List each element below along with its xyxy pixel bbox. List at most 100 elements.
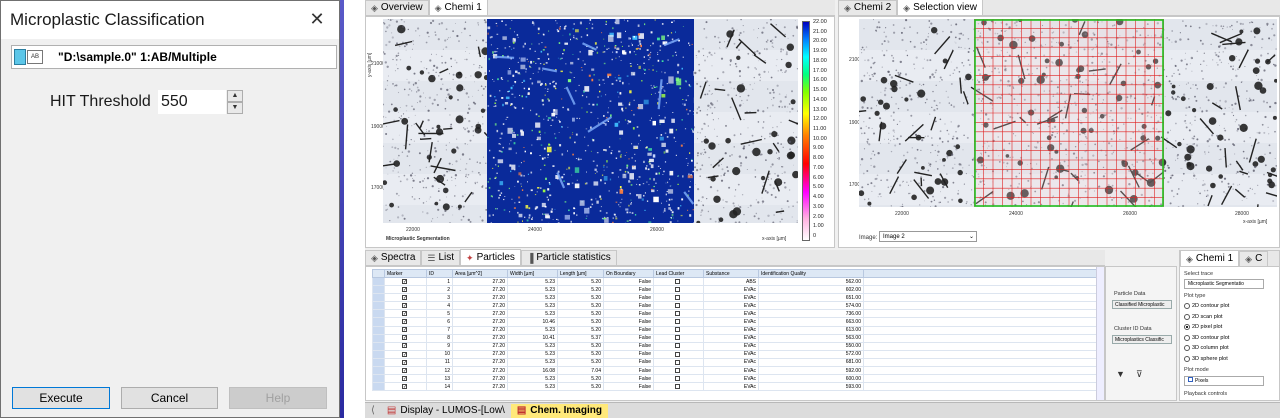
table-row[interactable]: 1427.205.235.20False EVAc593.00 [372,382,1103,392]
table-row[interactable]: 427.205.235.20False EVAc574.00 [372,301,1103,311]
tab-overview[interactable]: ◈ Overview [365,0,429,15]
table-row[interactable]: 927.205.235.20False EVAc550.00 [372,341,1103,351]
tab-chemi-1-props[interactable]: ◈ Chemi 1 [1180,251,1240,266]
lead-cluster-checkbox[interactable] [675,335,680,341]
table-row[interactable]: 327.205.235.20False EVAc651.00 [372,293,1103,303]
lead-cluster-checkbox[interactable] [675,286,680,292]
column-header[interactable]: Marker [384,269,427,278]
table-scrollbar[interactable] [1096,267,1104,400]
status-bar: ⟨ ▤ Display - LUMOS-[Low\ ▤ Chem. Imaging [365,402,1280,418]
lead-cluster-checkbox[interactable] [675,359,680,365]
plot-type-radio[interactable]: 2D pixel plot [1184,324,1222,330]
help-button[interactable]: Help [229,387,327,409]
particle-data-field[interactable]: Classified Microplastic [1112,300,1172,309]
marker-checkbox[interactable] [402,351,407,357]
chemical-map[interactable] [487,19,694,223]
lead-cluster-checkbox[interactable] [675,383,680,389]
lead-cluster-checkbox[interactable] [675,319,680,325]
chemi-properties-panel: ◈ Chemi 1 ◈ C Select trace Microplastic Se… [1179,250,1280,401]
lead-cluster-checkbox[interactable] [675,375,680,381]
lead-cluster-checkbox[interactable] [675,351,680,357]
column-header[interactable]: Width [µm] [507,269,558,278]
spin-up-icon[interactable]: ▲ [227,90,243,102]
lead-cluster-checkbox[interactable] [675,303,680,308]
threshold-spinner[interactable]: ▲ ▼ [227,90,243,114]
close-icon[interactable]: ✕ [307,9,327,29]
table-cell: 5.20 [557,341,604,351]
marker-checkbox[interactable] [402,367,407,373]
image-select[interactable]: Image 2 ⌄ [879,231,977,242]
table-row[interactable]: 1127.205.235.20False EVAc681.00 [372,357,1103,368]
lead-cluster-checkbox[interactable] [675,311,680,317]
table-cell: False [603,309,654,319]
table-row[interactable]: 827.2010.415.37False EVAc563.00 [372,333,1103,343]
status-tab-chem-imaging[interactable]: ▤ Chem. Imaging [510,403,608,418]
table-cell: 5.23 [507,341,558,351]
column-header[interactable]: Lead Cluster [653,269,704,278]
plot-mode-dropdown[interactable]: Pixels [1184,376,1264,386]
column-header[interactable]: Area [µm^2] [452,269,508,278]
marker-checkbox[interactable] [402,278,407,284]
hit-threshold-input[interactable] [158,90,226,114]
table-row[interactable]: 1327.205.235.20False EVAc600.00 [372,374,1103,384]
marker-checkbox[interactable] [402,286,407,292]
spin-down-icon[interactable]: ▼ [227,102,243,114]
tab-chemi-1[interactable]: ◈ Chemi 1 [428,0,488,15]
lead-cluster-checkbox[interactable] [675,327,680,333]
plot-type-radio[interactable]: 2D scan plot [1184,313,1223,320]
lead-cluster-cell [653,317,704,327]
source-file-row[interactable]: AB "D:\sample.0" 1:AB/Multiple [11,45,337,69]
plot-type-radio[interactable]: 3D sphere plot [1184,355,1228,362]
plot-type-radio[interactable]: 3D column plot [1184,345,1229,351]
marker-checkbox[interactable] [402,294,407,300]
tab-list[interactable]: ☰ List [421,250,461,265]
status-nav-icon[interactable]: ⟨ [365,404,381,418]
lead-cluster-checkbox[interactable] [675,294,680,300]
row-header [372,293,385,303]
table-row[interactable]: 127.205.235.20False ABS562.00 [372,276,1103,287]
column-header[interactable]: ID [426,269,453,278]
lead-cluster-checkbox[interactable] [675,278,680,284]
column-header[interactable]: Identification Quality [758,269,864,278]
tab-chemi-2[interactable]: ◈ Chemi 2 [838,0,898,15]
filter-icon[interactable]: ▼ [1116,369,1125,379]
dialog-titlebar[interactable]: Microplastic Classification ✕ [1,1,339,39]
column-header[interactable]: On Boundary [603,269,654,278]
tab-c-props[interactable]: ◈ C [1239,251,1269,266]
marker-checkbox[interactable] [402,335,407,341]
table-row[interactable]: 227.205.235.20False EVAc602.00 [372,285,1103,295]
column-header[interactable]: Length [µm] [557,269,604,278]
marker-checkbox[interactable] [402,311,407,317]
table-row[interactable]: 1027.205.235.20False EVAc572.00 [372,349,1103,359]
marker-checkbox[interactable] [402,327,407,333]
table-row[interactable]: 1227.2016.087.04False EVAc592.00 [372,366,1103,376]
cluster-data-field[interactable]: Microplastics Classific [1112,335,1172,344]
tab-particles[interactable]: ✦ Particles [460,249,521,265]
table-cell: EVAc [703,285,759,295]
tab-spectra[interactable]: ◈ Spectra [365,250,422,265]
clear-filter-icon[interactable]: ⊽ [1136,369,1143,380]
status-tab-display[interactable]: ▤ Display - LUMOS-[Low\ [381,404,511,418]
plot-type-radio[interactable]: 3D contour plot [1184,334,1229,341]
marker-checkbox[interactable] [402,383,407,389]
lead-cluster-checkbox[interactable] [675,343,680,349]
marker-checkbox[interactable] [402,319,407,325]
cancel-button[interactable]: Cancel [121,387,218,409]
execute-button[interactable]: Execute [12,387,110,409]
table-row[interactable]: 727.205.235.20False EVAc613.00 [372,325,1103,335]
select-trace-dropdown[interactable]: Microplastic Segmentatio [1184,279,1264,289]
tab-particle-statistics[interactable]: ▐ Particle statistics [520,250,617,265]
table-row[interactable]: 527.205.235.20False EVAc736.00 [372,309,1103,319]
marker-checkbox[interactable] [402,375,407,381]
marker-checkbox[interactable] [402,343,407,349]
plot-type-radio[interactable]: 2D contour plot [1184,303,1229,309]
column-header[interactable]: Substance [703,269,759,278]
table-row[interactable]: 627.2010.465.20False EVAc663.00 [372,317,1103,327]
table-cell: 27.20 [452,317,508,327]
lead-cluster-checkbox[interactable] [675,367,680,373]
selection-grid-overlay[interactable] [974,19,1164,207]
tab-selection-view[interactable]: ◈ Selection view [897,0,984,15]
table-cell: 5 [426,309,453,319]
marker-checkbox[interactable] [402,303,407,308]
marker-checkbox[interactable] [402,359,407,365]
